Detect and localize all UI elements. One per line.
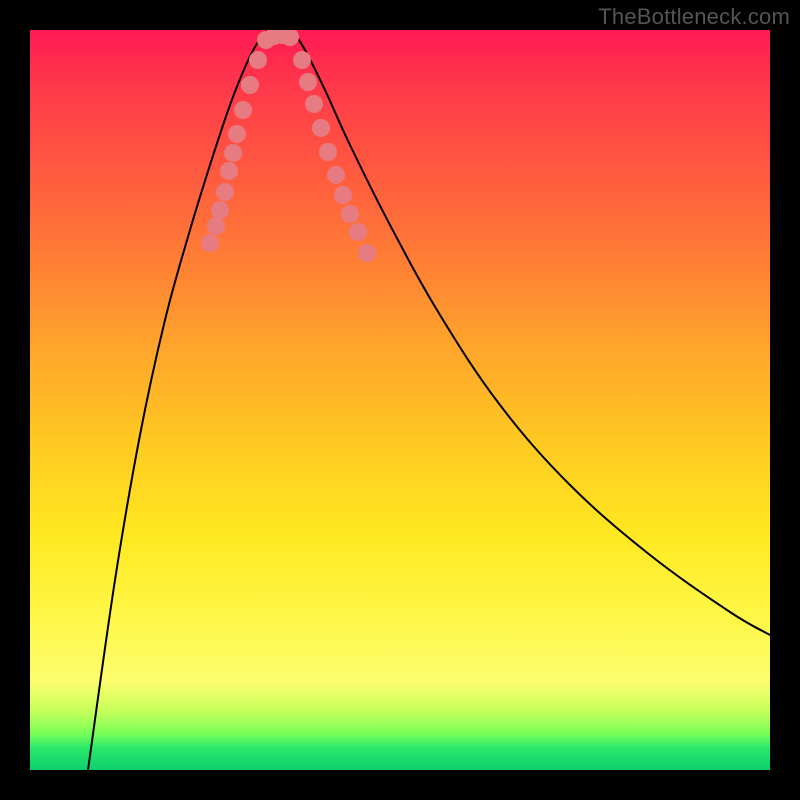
data-marker xyxy=(299,73,317,91)
data-marker xyxy=(241,76,259,94)
left-curve-markers xyxy=(201,51,267,252)
data-marker xyxy=(249,51,267,69)
data-marker xyxy=(349,223,367,241)
data-marker xyxy=(211,201,229,219)
watermark-text: TheBottleneck.com xyxy=(598,4,790,30)
data-marker xyxy=(358,244,376,262)
data-marker xyxy=(293,51,311,69)
data-marker xyxy=(224,144,242,162)
data-marker xyxy=(228,125,246,143)
right-curve-markers xyxy=(293,51,376,262)
data-marker xyxy=(327,166,345,184)
data-marker xyxy=(305,95,323,113)
chart-frame: TheBottleneck.com xyxy=(0,0,800,800)
data-marker xyxy=(334,186,352,204)
data-marker xyxy=(220,162,238,180)
data-marker xyxy=(312,119,330,137)
data-marker xyxy=(216,183,234,201)
data-marker xyxy=(234,101,252,119)
data-marker xyxy=(201,234,219,252)
plot-area xyxy=(30,30,770,770)
data-marker xyxy=(341,205,359,223)
curve-svg xyxy=(30,30,770,770)
data-marker xyxy=(207,217,225,235)
data-marker xyxy=(319,143,337,161)
bottom-curve-markers xyxy=(257,30,299,49)
right-curve-line xyxy=(292,30,770,635)
